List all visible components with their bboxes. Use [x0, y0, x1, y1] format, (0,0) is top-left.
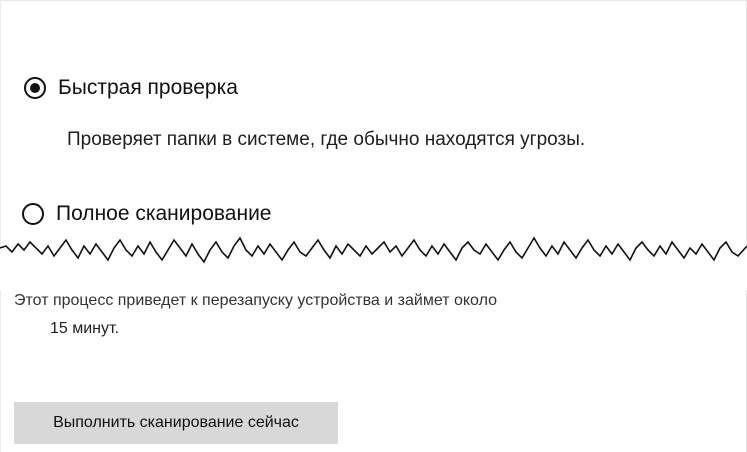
torn-edge-divider [0, 236, 747, 290]
quick-scan-label: Быстрая проверка [58, 76, 238, 99]
quick-scan-radio[interactable] [24, 77, 46, 99]
quick-scan-option[interactable]: Быстрая проверка [24, 76, 238, 100]
scan-now-button[interactable]: Выполнить сканирование сейчас [14, 402, 338, 444]
radio-selected-dot [30, 83, 40, 93]
window-top-edge [0, 0, 747, 1]
quick-scan-description: Проверяет папки в системе, где обычно на… [67, 129, 586, 150]
full-scan-description-partial: Этот процесс приведет к перезапуску устр… [14, 292, 498, 309]
full-scan-description-end: 15 минут. [50, 320, 120, 337]
full-scan-option[interactable]: Полное сканирование [22, 202, 271, 226]
full-scan-label: Полное сканирование [56, 202, 272, 225]
full-scan-radio[interactable] [22, 203, 44, 225]
